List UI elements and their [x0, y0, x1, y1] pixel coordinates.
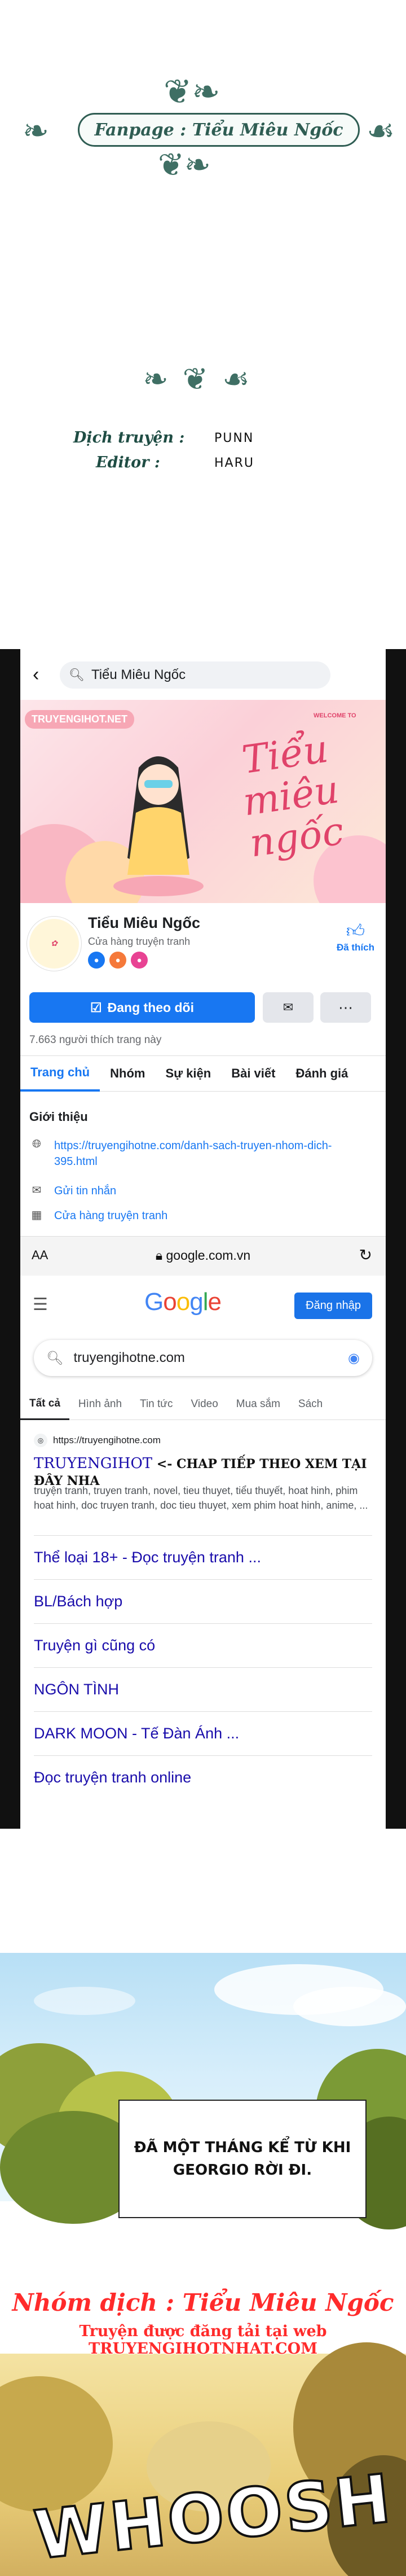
sitelink-item[interactable]: Truyện gì cũng có — [34, 1623, 372, 1667]
gtab-all[interactable]: Tất cả — [20, 1388, 69, 1420]
intro-category[interactable]: ▦ Cửa hàng truyện tranh — [29, 1208, 359, 1224]
cover-girl-illustration — [113, 756, 204, 896]
google-search-bar[interactable]: 🔍︎ truyengihotne.com ◉ — [34, 1340, 372, 1376]
result-title-main: TRUYENGIHOT — [34, 1455, 153, 1472]
sitelink-item[interactable]: NGÔN TÌNH — [34, 1667, 372, 1711]
page-avatar[interactable]: ✿ — [27, 917, 81, 971]
ornament-top-icon: ❦❧ — [164, 72, 220, 112]
fanpage-banner: Fanpage : Tiểu Miêu Ngốc — [78, 113, 360, 147]
result-site-url: https://truyengihotne.com — [53, 1435, 161, 1445]
intro-website[interactable]: 🌐︎ https://truyengihotne.com/danh-sach-t… — [29, 1138, 359, 1169]
page-header: ✿ Tiểu Miêu Ngốc Cửa hàng truyện tranh ●… — [20, 903, 386, 999]
google-tabs: Tất cả Hình ảnh Tin tức Video Mua sắm Sá… — [20, 1388, 386, 1420]
sitelink-item[interactable]: BL/Bách hợp — [34, 1579, 372, 1623]
reload-icon[interactable]: ↻ — [359, 1246, 372, 1264]
liked-label: Đã thích — [336, 942, 374, 953]
badge-pink-icon: ● — [131, 952, 148, 969]
cover-welcome: WELCOME TO — [314, 712, 356, 719]
sitelink-item[interactable]: Thể loại 18+ - Đọc truyện tranh ... — [34, 1535, 372, 1579]
shop-icon: ▦ — [31, 1209, 42, 1221]
tab-reviews[interactable]: Đánh giá — [285, 1055, 358, 1092]
intro-category-link[interactable]: Cửa hàng truyện tranh — [54, 1208, 359, 1224]
intro-message-link[interactable]: Gửi tin nhắn — [54, 1183, 359, 1199]
liked-indicator[interactable]: 👍︎ Đã thích — [337, 920, 374, 953]
gtab-video[interactable]: Video — [182, 1388, 227, 1420]
messenger-icon: ✉ — [32, 1184, 42, 1197]
following-button[interactable]: ☑ Đang theo dõi — [29, 992, 255, 1023]
more-button[interactable]: ⋯ — [320, 992, 371, 1023]
ornament-right-icon: ☙ — [367, 113, 395, 150]
fanpage-ornament-frame: ❦❧ ❧ ☙ Fanpage : Tiểu Miêu Ngốc ❦❧ — [23, 68, 395, 183]
result-site[interactable]: ◎ https://truyengihotne.com — [34, 1434, 161, 1447]
google-logo: Google — [144, 1288, 222, 1316]
intro-website-link[interactable]: https://truyengihotne.com/danh-sach-truy… — [54, 1138, 359, 1169]
cover-title: Tiểu miêu ngốc — [239, 726, 347, 866]
sign-in-button[interactable]: Đăng nhập — [294, 1293, 372, 1319]
fb-search-bar[interactable]: 🔍︎ Tiểu Miêu Ngốc — [60, 661, 330, 689]
safari-url-text: google.com.vn — [166, 1248, 251, 1263]
cover-photo: TRUYENGIHOT.NET WELCOME TO Tiểu miêu ngố… — [20, 700, 386, 903]
messenger-button[interactable]: ✉ — [263, 992, 314, 1023]
more-icon: ⋯ — [338, 998, 353, 1016]
badge-orange-icon: ● — [109, 952, 126, 969]
google-header: ☰ Google Đăng nhập — [20, 1276, 386, 1338]
lock-icon: 🔒︎ — [155, 1248, 163, 1263]
gtab-news[interactable]: Tin tức — [131, 1388, 182, 1420]
phone-screenshot: ‹ 🔍︎ Tiểu Miêu Ngốc TRUYENGIHOT.NET WELC… — [0, 649, 406, 1829]
sitelink-item[interactable]: DARK MOON - Tế Đàn Ánh ... — [34, 1711, 372, 1755]
translator-value: PUNN — [214, 431, 254, 445]
narration-box: ĐÃ MỘT THÁNG KỂ TỪ KHI GEORGIO RỜI ĐI. — [118, 2100, 367, 2218]
following-label: Đang theo dõi — [107, 1000, 194, 1015]
search-icon: 🔍︎ — [69, 668, 85, 682]
ornament-left-icon: ❧ — [23, 113, 49, 150]
tab-posts[interactable]: Bài viết — [221, 1055, 285, 1092]
gtab-books[interactable]: Sách — [289, 1388, 332, 1420]
messenger-icon: ✉ — [283, 1000, 294, 1014]
sitelink-item[interactable]: Đọc truyện tranh online — [34, 1755, 372, 1799]
result-snippet: truyện tranh, truyen tranh, novel, tieu … — [34, 1485, 368, 1511]
editor-value: HARU — [214, 456, 254, 470]
fb-search-text: Tiểu Miêu Ngốc — [91, 667, 186, 682]
page-name: Tiểu Miêu Ngốc — [88, 914, 201, 931]
safari-address-bar[interactable]: AA 🔒︎ google.com.vn ↻ — [20, 1236, 386, 1276]
page-actions: ☑ Đang theo dõi ✉ ⋯ — [20, 988, 386, 1027]
cover-logo: TRUYENGIHOT.NET — [25, 710, 135, 729]
editor-label: Editor : — [96, 454, 160, 471]
tab-groups[interactable]: Nhóm — [100, 1055, 155, 1092]
favicon-icon: ◎ — [34, 1434, 47, 1447]
badge-blue-icon: ● — [88, 952, 105, 969]
translation-site-watermark: Truyện được đăng tải tại web TRUYENGIHOT… — [79, 2323, 327, 2358]
page-tabs: Trang chủ Nhóm Sự kiện Bài viết Đánh giá — [20, 1055, 386, 1092]
translator-label: Dịch truyện : — [73, 429, 185, 446]
intro-section: Giới thiệu 🌐︎ https://truyengihotne.com/… — [20, 1101, 386, 1242]
divider-ornament-icon: ❧ ❦ ☙ — [143, 361, 252, 397]
gtab-shopping[interactable]: Mua sắm — [227, 1388, 289, 1420]
search-icon: 🔍︎ — [46, 1350, 64, 1366]
hamburger-menu-icon[interactable]: ☰ — [33, 1295, 48, 1315]
back-arrow-icon[interactable]: ‹ — [33, 664, 39, 686]
tab-home[interactable]: Trang chủ — [20, 1055, 100, 1092]
likes-count: 7.663 người thích trang này — [29, 1034, 162, 1046]
thumbs-up-icon: 👍︎ — [346, 921, 365, 941]
intro-title: Giới thiệu — [29, 1110, 88, 1124]
intro-message[interactable]: ✉ Gửi tin nhắn — [29, 1183, 359, 1199]
tab-events[interactable]: Sự kiện — [155, 1055, 221, 1092]
page-badges: ● ● ● — [88, 952, 148, 969]
page-category: Cửa hàng truyện tranh — [88, 936, 191, 947]
fb-topbar: ‹ 🔍︎ Tiểu Miêu Ngốc — [20, 649, 386, 700]
google-query: truyengihotne.com — [73, 1350, 185, 1365]
credits-section: ❦❧ ❧ ☙ Fanpage : Tiểu Miêu Ngốc ❦❧ ❧ ❦ ☙… — [0, 0, 406, 649]
translation-group-watermark: Nhóm dịch : Tiểu Miêu Ngốc — [12, 2289, 394, 2316]
gtab-images[interactable]: Hình ảnh — [69, 1388, 131, 1420]
check-icon: ☑ — [90, 1000, 102, 1015]
safari-url[interactable]: 🔒︎ google.com.vn — [20, 1248, 386, 1263]
google-lens-icon[interactable]: ◉ — [348, 1350, 360, 1366]
globe-icon: 🌐︎ — [32, 1138, 41, 1150]
ornament-bottom-icon: ❦❧ — [158, 147, 211, 183]
comic-panel: ĐÃ MỘT THÁNG KỂ TỪ KHI GEORGIO RỜI ĐI. N… — [0, 1829, 406, 2576]
